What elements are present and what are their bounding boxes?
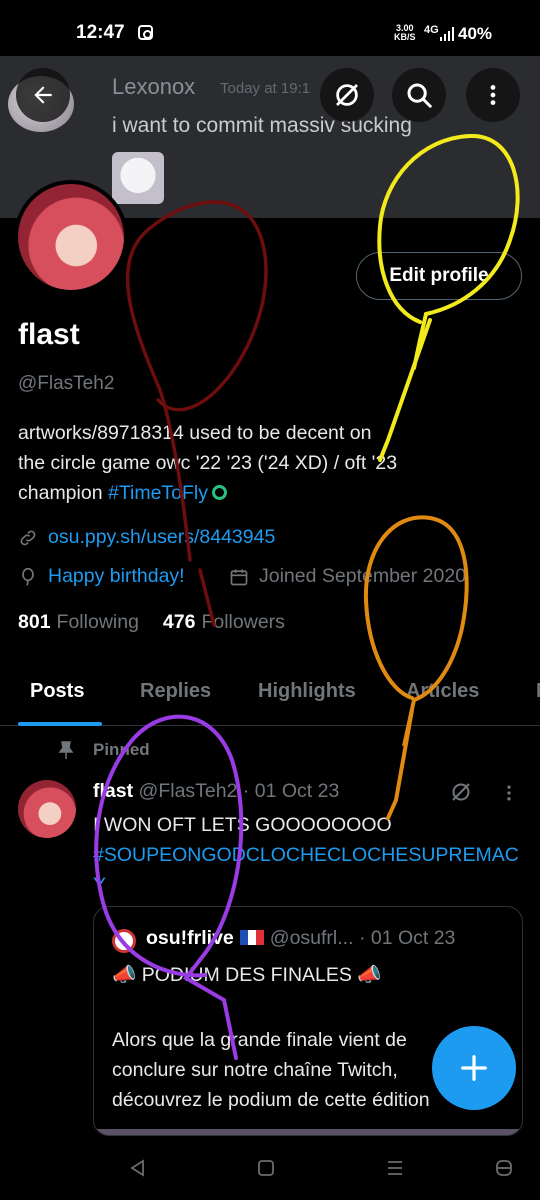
red-scribble-annotation [125,200,268,627]
post-date: · 01 Oct 23 [242,780,340,802]
france-flag-icon [239,930,264,945]
status-bar: 12:47 3.00 KB/S 4G 40% [0,0,540,56]
followers-label: Followers [201,611,285,633]
profile-link-row[interactable]: osu.ppy.sh/users/8443945 [18,526,275,549]
profile-joined-row: Joined September 2020 [229,565,466,588]
quoted-post-media [94,1129,522,1135]
bio-text: champion [18,482,108,504]
grok-button[interactable] [320,68,374,122]
tab-posts[interactable]: Posts [30,680,84,703]
post-text-body: I WON OFT LETS GOOOOOOOO [93,814,392,836]
nav-recents-button[interactable] [381,1154,409,1182]
profile-bio: artworks/89718314 used to be decent on t… [18,418,508,508]
post-text: I WON OFT LETS GOOOOOOOO #SOUPEONGODCLOC… [93,810,523,900]
nav-home-button[interactable] [252,1154,280,1182]
profile-handle: @FlasTeh2 [18,373,115,394]
search-button[interactable] [392,68,446,122]
pin-icon [58,741,74,759]
system-navigation-bar [0,1136,540,1200]
quoted-body-line: conclure sur notre chaîne Twitch, [112,1059,398,1081]
nav-back-button[interactable] [124,1154,152,1182]
balloon-icon [22,567,34,585]
profile-display-name: flast [18,318,80,351]
quoted-author-name: osu!frlive [146,927,234,949]
triangle-back-icon [130,1159,144,1177]
arrow-left-icon [34,86,52,104]
edit-profile-button[interactable]: Edit profile [356,252,522,300]
more-vertical-icon[interactable] [499,783,519,803]
bio-line: the circle game owc '22 '23 ('24 XD) / o… [18,452,398,474]
profile-tabs: Posts Replies Highlights Articles M [0,664,540,726]
profile-link[interactable]: osu.ppy.sh/users/8443945 [48,526,275,549]
search-icon [407,83,432,108]
bio-line: champion #TimeToFly [18,478,508,508]
post-header: flast @FlasTeh2 · 01 Oct 23 [93,780,339,803]
quoted-body-line: Alors que la grande finale vient de [112,1029,407,1051]
quoted-body-line: découvrez le podium de cette édition [112,1089,430,1111]
quoted-post-title: 📣 PODIUM DES FINALES 📣 [112,964,382,986]
profile-birthday-row: Happy birthday! [18,565,185,588]
more-vertical-icon [490,85,496,105]
instagram-notification-icon [138,25,153,40]
plus-icon [461,1055,487,1081]
link-icon [20,530,36,545]
banner-chat-time: Today at 19:1 [220,80,311,97]
quoted-author-handle: @osufrl... [269,927,354,949]
tab-articles[interactable]: Articles [406,680,479,703]
banner-chat-message: i want to commit massiv sucking [112,114,412,137]
following-label: Following [56,611,139,633]
followers-count: 476 [162,611,196,633]
menu-lines-icon [388,1161,402,1175]
network-speed: 3.00 KB/S [394,24,416,42]
grok-icon [336,84,358,106]
network-type: 4G [424,24,439,36]
tab-highlights[interactable]: Highlights [258,680,356,703]
profile-birthday[interactable]: Happy birthday! [48,565,185,588]
pinned-indicator: Pinned [58,740,150,760]
banner-emote-image [112,152,164,204]
follow-stats: 801 Following 476 Followers [18,611,309,634]
square-home-icon [258,1160,274,1176]
compose-post-button[interactable] [432,1026,516,1110]
pinned-label: Pinned [93,740,150,759]
post-author-name[interactable]: flast [93,780,133,802]
calendar-icon [230,569,248,585]
followers-link[interactable]: 476 Followers [163,611,285,634]
post-hashtag-link[interactable]: #SOUPEONGODCLOCHECLOCHESUPREMACY [93,844,519,896]
network-speed-unit: KB/S [394,32,416,42]
quoted-author-avatar [112,929,136,953]
battery-level: 40% [458,24,493,43]
quoted-post-header: osu!frlive @osufrl... · 01 Oct 23 [146,927,455,950]
active-tab-indicator [18,722,102,726]
bio-line: artworks/89718314 used to be decent on [18,422,372,444]
signal-icon [440,27,454,41]
back-button[interactable] [16,68,70,122]
post-author-avatar[interactable] [18,780,76,838]
banner-chat-username: Lexonox [112,74,196,99]
bio-hashtag-link[interactable]: #TimeToFly [108,482,208,504]
tab-replies[interactable]: Replies [140,680,211,703]
nav-assist-button[interactable] [490,1154,518,1182]
following-link[interactable]: 801 Following [18,611,139,634]
grok-icon[interactable] [449,780,473,804]
profile-joined-date: Joined September 2020 [259,565,467,587]
profile-avatar[interactable] [14,180,128,294]
assistant-icon [496,1160,512,1176]
quoted-post-date: · 01 Oct 23 [358,927,456,949]
more-options-button[interactable] [466,68,520,122]
post-author-handle: @FlasTeh2 [138,780,238,802]
following-count: 801 [18,611,51,633]
tab-media-partial[interactable]: M [536,680,540,703]
hashtag-emoji-icon [212,485,228,500]
status-time: 12:47 [76,22,125,43]
